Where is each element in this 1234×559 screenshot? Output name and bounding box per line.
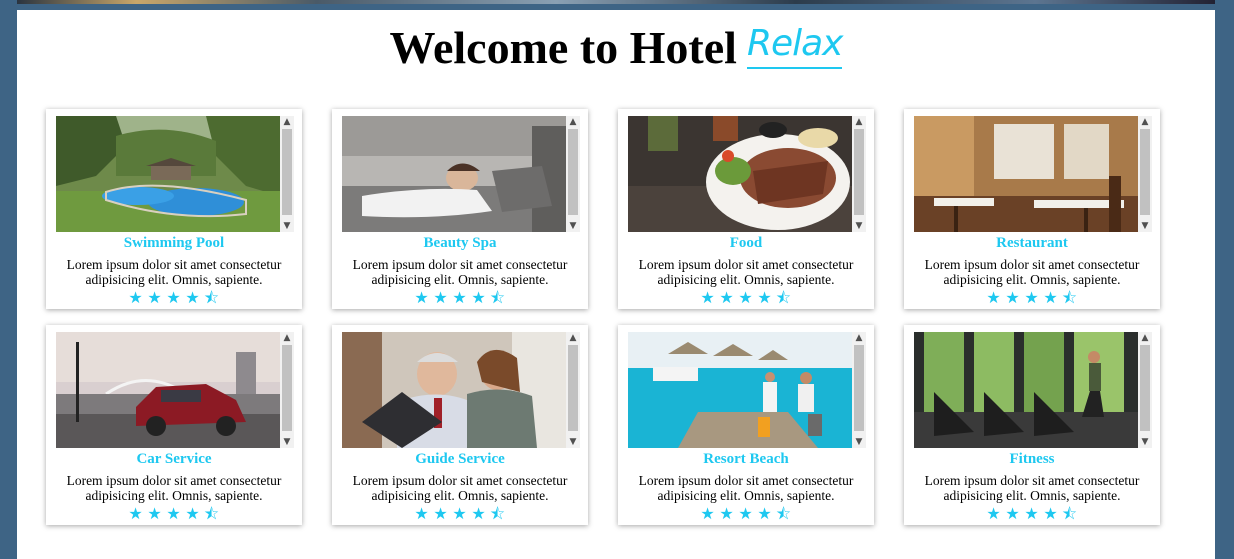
- star-icon: ★: [128, 288, 144, 307]
- service-card-fitness: ▲ ▼ Fitness Lorem ipsum dolor sit amet co…: [904, 325, 1160, 525]
- star-icon: ★: [185, 288, 201, 307]
- star-icon: ★: [757, 288, 773, 307]
- star-half-icon: ⯪: [775, 504, 793, 523]
- image-scrollbar[interactable]: ▲ ▼: [852, 332, 866, 448]
- star-icon: ★: [700, 504, 716, 523]
- star-icon: ★: [166, 504, 182, 523]
- star-half-icon: ⯪: [1061, 504, 1079, 523]
- star-icon: ★: [452, 288, 468, 307]
- star-icon: ★: [128, 504, 144, 523]
- card-title: Swimming Pool: [123, 235, 225, 251]
- image-scrollbar[interactable]: ▲ ▼: [280, 116, 294, 232]
- service-card-swimming-pool: ▲ ▼ Swimming Pool Lorem ipsum dolor sit a…: [46, 109, 302, 309]
- card-title: Fitness: [1009, 451, 1055, 467]
- star-icon: ★: [433, 504, 449, 523]
- star-rating: ★ ★ ★ ★ ⯪: [46, 289, 302, 307]
- star-icon: ★: [433, 288, 449, 307]
- star-icon: ★: [1043, 504, 1059, 523]
- page-title-main: Welcome to Hotel: [389, 22, 737, 73]
- star-rating: ★ ★ ★ ★ ⯪: [904, 505, 1160, 523]
- page-title-accent: Relax: [746, 25, 843, 69]
- card-description: Lorem ipsum dolor sit amet consectetur a…: [352, 473, 568, 503]
- card-description: Lorem ipsum dolor sit amet consectetur a…: [638, 473, 854, 503]
- card-title: Car Service: [136, 451, 212, 467]
- star-half-icon: ⯪: [1061, 288, 1079, 307]
- star-rating: ★ ★ ★ ★ ⯪: [332, 289, 588, 307]
- image-scrollbar[interactable]: ▲ ▼: [566, 116, 580, 232]
- star-icon: ★: [1043, 288, 1059, 307]
- star-icon: ★: [700, 288, 716, 307]
- star-icon: ★: [471, 504, 487, 523]
- star-icon: ★: [719, 504, 735, 523]
- card-title: Resort Beach: [703, 451, 789, 467]
- star-icon: ★: [1024, 504, 1040, 523]
- service-card-guide-service: ▲ ▼ Guide Service Lorem ipsum dolor sit a…: [332, 325, 588, 525]
- star-icon: ★: [1005, 504, 1021, 523]
- image-scrollbar[interactable]: ▲ ▼: [280, 332, 294, 448]
- star-icon: ★: [414, 504, 430, 523]
- beauty-spa-photo: [342, 116, 566, 232]
- star-half-icon: ⯪: [203, 504, 221, 523]
- restaurant-photo: [914, 116, 1138, 232]
- star-icon: ★: [414, 288, 430, 307]
- star-icon: ★: [738, 504, 754, 523]
- service-card-car-service: ▲ ▼ Car Service Lorem ipsum dolor sit ame…: [46, 325, 302, 525]
- star-rating: ★ ★ ★ ★ ⯪: [46, 505, 302, 523]
- card-description: Lorem ipsum dolor sit amet consectetur a…: [924, 473, 1140, 503]
- star-icon: ★: [471, 288, 487, 307]
- star-half-icon: ⯪: [203, 288, 221, 307]
- image-scrollbar[interactable]: ▲ ▼: [1138, 332, 1152, 448]
- card-description: Lorem ipsum dolor sit amet consectetur a…: [638, 257, 854, 287]
- card-description: Lorem ipsum dolor sit amet consectetur a…: [924, 257, 1140, 287]
- service-card-restaurant: ▲ ▼ Restaurant Lorem ipsum dolor sit amet…: [904, 109, 1160, 309]
- star-half-icon: ⯪: [489, 504, 507, 523]
- card-description: Lorem ipsum dolor sit amet consectetur a…: [352, 257, 568, 287]
- service-card-beauty-spa: ▲ ▼ Beauty Spa Lorem ipsum dolor sit amet…: [332, 109, 588, 309]
- food-photo: [628, 116, 852, 232]
- card-title: Beauty Spa: [423, 235, 497, 251]
- service-card-resort-beach: ▲ ▼ Resort Beach Lorem ipsum dolor sit am…: [618, 325, 874, 525]
- star-half-icon: ⯪: [775, 288, 793, 307]
- star-icon: ★: [452, 504, 468, 523]
- card-title: Restaurant: [996, 235, 1068, 251]
- star-icon: ★: [986, 504, 1002, 523]
- star-icon: ★: [986, 288, 1002, 307]
- card-description: Lorem ipsum dolor sit amet consectetur a…: [66, 473, 282, 503]
- star-icon: ★: [147, 288, 163, 307]
- card-title: Guide Service: [415, 451, 505, 467]
- resort-beach-photo: [628, 332, 852, 448]
- page-title: Welcome to Hotel Relax: [17, 20, 1215, 76]
- star-rating: ★ ★ ★ ★ ⯪: [904, 289, 1160, 307]
- star-rating: ★ ★ ★ ★ ⯪: [332, 505, 588, 523]
- star-icon: ★: [1005, 288, 1021, 307]
- image-scrollbar[interactable]: ▲ ▼: [566, 332, 580, 448]
- swimming-pool-photo: [56, 116, 280, 232]
- star-icon: ★: [738, 288, 754, 307]
- star-icon: ★: [166, 288, 182, 307]
- services-section: Welcome to Hotel Relax ▲ ▼ Swimming Pool L…: [17, 10, 1215, 559]
- star-icon: ★: [1024, 288, 1040, 307]
- star-half-icon: ⯪: [489, 288, 507, 307]
- star-rating: ★ ★ ★ ★ ⯪: [618, 505, 874, 523]
- guide-service-photo: [342, 332, 566, 448]
- star-rating: ★ ★ ★ ★ ⯪: [618, 289, 874, 307]
- fitness-photo: [914, 332, 1138, 448]
- card-description: Lorem ipsum dolor sit amet consectetur a…: [66, 257, 282, 287]
- star-icon: ★: [185, 504, 201, 523]
- card-title: Food: [729, 235, 763, 251]
- car-service-photo: [56, 332, 280, 448]
- star-icon: ★: [147, 504, 163, 523]
- star-icon: ★: [757, 504, 773, 523]
- star-icon: ★: [719, 288, 735, 307]
- image-scrollbar[interactable]: ▲ ▼: [852, 116, 866, 232]
- service-card-food: ▲ ▼ Food Lorem ipsum dolor sit amet conse…: [618, 109, 874, 309]
- top-banner-strip: [17, 0, 1215, 4]
- image-scrollbar[interactable]: ▲ ▼: [1138, 116, 1152, 232]
